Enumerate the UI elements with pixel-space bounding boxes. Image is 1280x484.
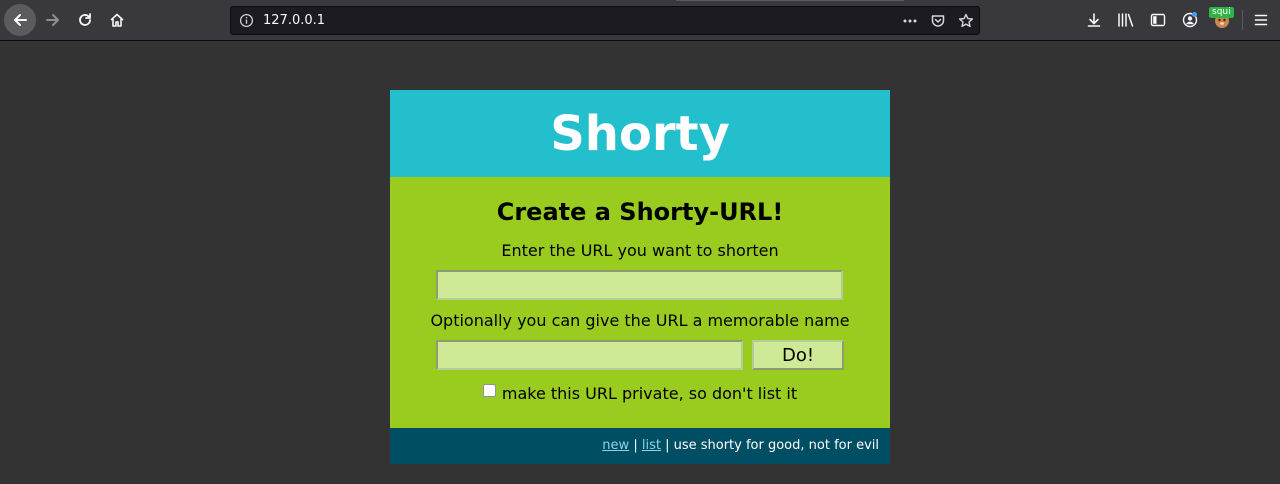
back-button[interactable] bbox=[4, 4, 36, 36]
footer-tagline: | use shorty for good, not for evil bbox=[665, 438, 879, 453]
app-footer: new | list | use shorty for good, not fo… bbox=[390, 428, 890, 464]
downloads-button[interactable] bbox=[1084, 10, 1104, 30]
url-text[interactable]: 127.0.0.1 bbox=[263, 13, 325, 29]
star-icon bbox=[958, 13, 974, 28]
notification-dot bbox=[1192, 12, 1197, 17]
hamburger-menu-icon bbox=[1254, 14, 1268, 26]
private-checkbox[interactable] bbox=[482, 384, 496, 397]
pocket-icon bbox=[931, 15, 945, 27]
page-actions-button[interactable] bbox=[901, 12, 919, 30]
list-link[interactable]: list bbox=[642, 438, 661, 453]
info-icon[interactable] bbox=[239, 13, 254, 28]
reload-icon bbox=[79, 13, 91, 26]
browser-toolbar: 127.0.0.1 squi bbox=[0, 0, 1280, 41]
toolbar-divider bbox=[1242, 10, 1243, 30]
submit-button[interactable]: Do! bbox=[752, 340, 844, 370]
new-link[interactable]: new bbox=[602, 438, 629, 453]
app-header: Shorty bbox=[390, 90, 890, 177]
url-input[interactable] bbox=[436, 270, 843, 300]
sidebar-button[interactable] bbox=[1148, 10, 1168, 30]
pocket-button[interactable] bbox=[929, 12, 947, 30]
account-button[interactable] bbox=[1180, 10, 1200, 30]
shorty-card: Shorty Create a Shorty-URL! Enter the UR… bbox=[390, 90, 890, 464]
name-input[interactable] bbox=[436, 340, 743, 370]
active-tab-indicator bbox=[676, 0, 904, 1]
form-heading: Create a Shorty-URL! bbox=[496, 198, 784, 226]
library-button[interactable] bbox=[1116, 10, 1136, 30]
menu-button[interactable] bbox=[1251, 10, 1271, 30]
app-title: Shorty bbox=[550, 105, 730, 162]
page-viewport: Shorty Create a Shorty-URL! Enter the UR… bbox=[0, 41, 1280, 484]
home-button[interactable] bbox=[102, 5, 132, 35]
arrow-left-icon bbox=[14, 14, 27, 26]
download-icon bbox=[1087, 13, 1101, 27]
url-label: Enter the URL you want to shorten bbox=[501, 241, 779, 260]
extension-badge: squi bbox=[1209, 7, 1234, 18]
shorten-form: Create a Shorty-URL! Enter the URL you w… bbox=[390, 177, 890, 428]
forward-button[interactable] bbox=[38, 5, 68, 35]
footer-separator: | bbox=[633, 438, 638, 453]
name-label: Optionally you can give the URL a memora… bbox=[430, 311, 850, 330]
bookmark-button[interactable] bbox=[957, 12, 975, 30]
arrow-right-icon bbox=[46, 14, 59, 26]
private-label[interactable]: make this URL private, so don't list it bbox=[502, 384, 797, 403]
more-horizontal-icon bbox=[903, 19, 917, 23]
library-icon bbox=[1118, 13, 1134, 27]
address-bar[interactable]: 127.0.0.1 bbox=[230, 6, 980, 35]
sidebar-icon bbox=[1150, 13, 1166, 27]
home-icon bbox=[110, 13, 124, 27]
reload-button[interactable] bbox=[70, 5, 100, 35]
private-option: make this URL private, so don't list it bbox=[390, 383, 890, 405]
